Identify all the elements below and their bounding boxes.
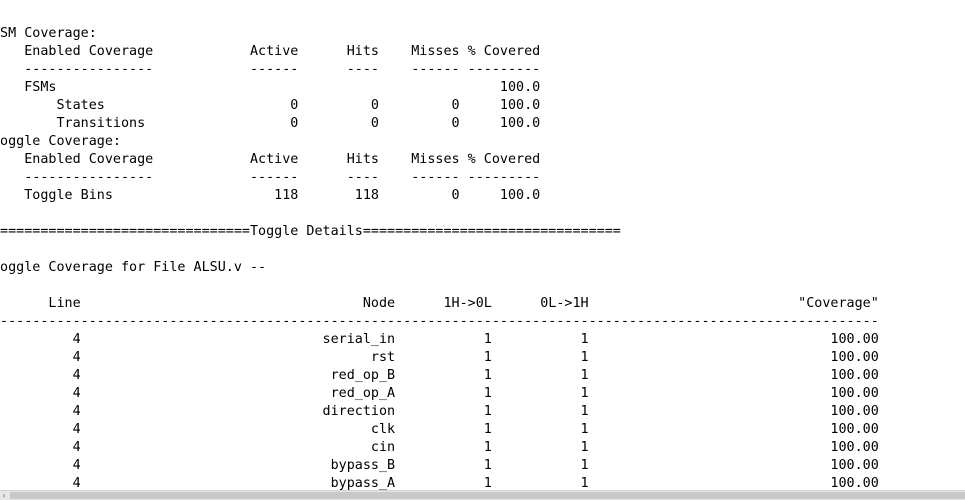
report-line: Enabled Coverage Active Hits Misses % Co… [0,152,541,167]
report-line: Enabled Coverage Active Hits Misses % Co… [0,44,541,59]
report-line: 4 clk 1 1 100.00 [0,422,879,437]
report-line: FSMs 100.0 [0,80,541,95]
scroll-left-arrow-icon[interactable]: ‹ [0,491,8,500]
report-line: ---------------- ------ ---- ------ ----… [0,62,541,77]
scrollbar-thumb[interactable] [10,492,965,499]
report-line: Toggle Bins 118 118 0 100.0 [0,188,541,203]
report-line: ================================Toggle D… [0,224,621,239]
coverage-report-text: FSM Coverage: Enabled Coverage Active Hi… [0,0,965,492]
report-line: 4 bypass_B 1 1 100.00 [0,458,879,473]
report-line: States 0 0 0 100.0 [0,98,541,113]
report-line: FSM Coverage: [0,26,97,41]
report-line: 4 red_op_A 1 1 100.00 [0,386,879,401]
report-line: Transitions 0 0 0 100.0 [0,116,541,131]
horizontal-scrollbar[interactable]: ‹ [0,490,965,500]
report-line: Toggle Coverage: [0,134,121,149]
report-line: 4 red_op_B 1 1 100.00 [0,368,879,383]
report-line: ----------------------------------------… [0,314,879,329]
report-line: Line Node 1H->0L 0L->1H "Coverage" [0,296,879,311]
report-line: 4 direction 1 1 100.00 [0,404,879,419]
report-line: 4 cin 1 1 100.00 [0,440,879,455]
report-line: Toggle Coverage for File ALSU.v -- [0,260,267,275]
report-line: ---------------- ------ ---- ------ ----… [0,170,541,185]
report-line: 4 rst 1 1 100.00 [0,350,879,365]
report-line: 4 serial_in 1 1 100.00 [0,332,879,347]
